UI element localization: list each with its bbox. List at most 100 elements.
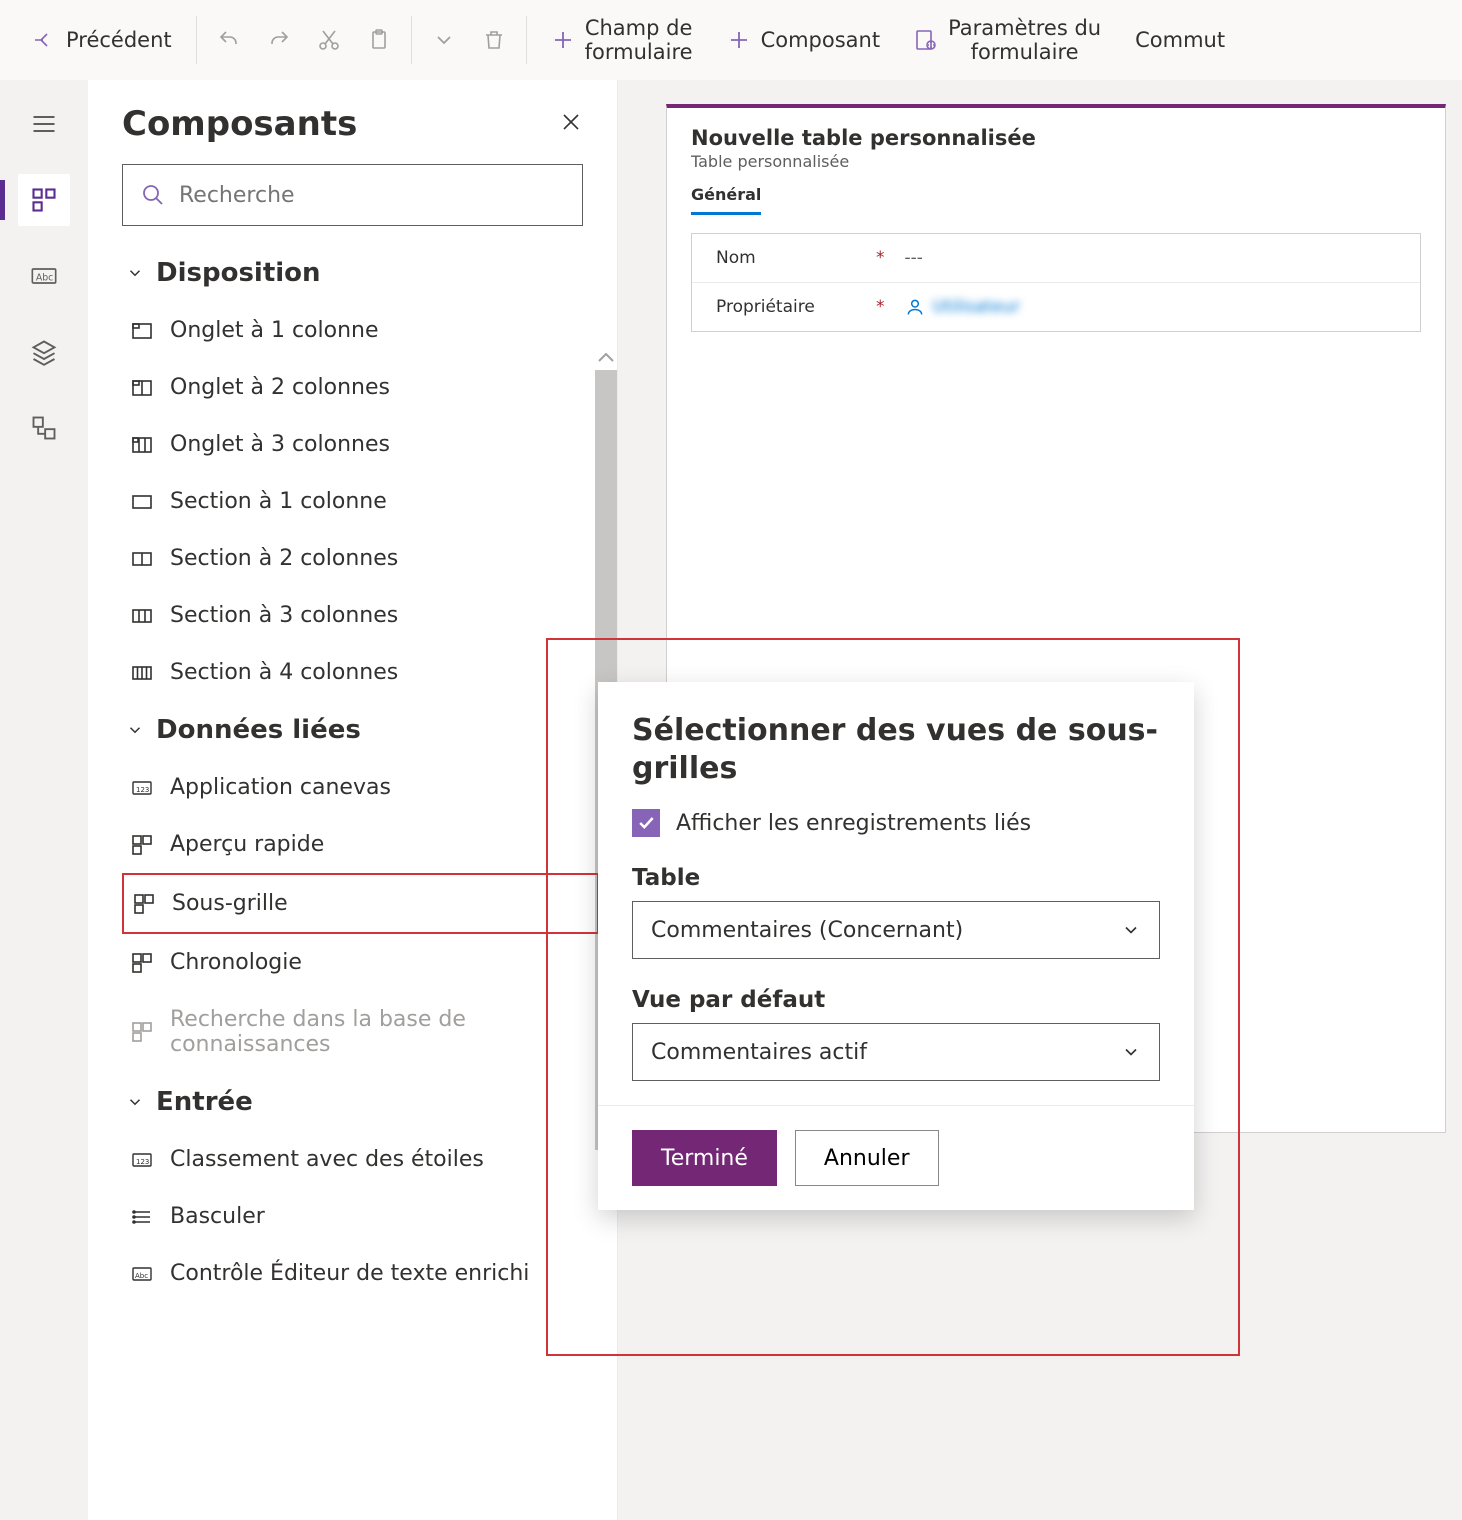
close-icon xyxy=(559,110,583,134)
toolbar-separator xyxy=(411,16,412,64)
search-icon xyxy=(141,183,165,207)
plus-icon xyxy=(727,28,751,52)
comp-tab-2col[interactable]: Onglet à 2 colonnes xyxy=(122,359,599,416)
svg-text:Abc: Abc xyxy=(135,1272,148,1280)
form-settings-icon xyxy=(914,28,938,52)
svg-text:123: 123 xyxy=(136,786,149,794)
back-label: Précédent xyxy=(66,28,172,52)
comp-toggle[interactable]: Basculer xyxy=(122,1188,599,1245)
comp-star-rating[interactable]: 123Classement avec des étoiles xyxy=(122,1131,599,1188)
arrow-left-icon xyxy=(32,28,56,52)
comp-subgrid[interactable]: Sous-grille xyxy=(122,873,599,934)
toggle-icon xyxy=(130,1205,154,1229)
field-name-value: --- xyxy=(905,248,923,268)
chevron-down-icon xyxy=(1121,1042,1141,1062)
svg-text:Abc: Abc xyxy=(36,273,53,284)
comp-section-2col[interactable]: Section à 2 colonnes xyxy=(122,530,599,587)
comp-tab-3col[interactable]: Onglet à 3 colonnes xyxy=(122,416,599,473)
undo-button[interactable] xyxy=(207,18,251,62)
group-layout-title: Disposition xyxy=(156,258,321,288)
richtext-icon: Abc xyxy=(130,1262,154,1286)
comp-label: Application canevas xyxy=(170,775,391,800)
comp-section-3col[interactable]: Section à 3 colonnes xyxy=(122,587,599,644)
add-component-button[interactable]: Composant xyxy=(713,18,895,62)
plus-icon xyxy=(551,28,575,52)
rail-hamburger[interactable] xyxy=(18,98,70,150)
cut-button[interactable] xyxy=(307,18,351,62)
group-related-title: Données liées xyxy=(156,715,361,745)
comp-timeline[interactable]: Chronologie xyxy=(122,934,599,991)
panel-title: Composants xyxy=(122,104,357,144)
switch-label: Commut xyxy=(1135,28,1225,52)
form-settings-button[interactable]: Paramètres du formulaire xyxy=(900,6,1115,74)
paste-icon xyxy=(367,28,391,52)
subgrid-icon xyxy=(132,892,156,916)
comp-label: Section à 4 colonnes xyxy=(170,660,398,685)
comp-quickview[interactable]: Aperçu rapide xyxy=(122,816,599,873)
popover-title: Sélectionner des vues de sous-grilles xyxy=(632,712,1160,787)
chevron-down-icon xyxy=(126,264,144,282)
toolbar: Précédent Champ de formulaire Composant … xyxy=(0,0,1462,80)
form-tab-general[interactable]: Général xyxy=(691,185,761,215)
search-input-wrapper[interactable] xyxy=(122,164,583,226)
cancel-button[interactable]: Annuler xyxy=(795,1130,939,1186)
rail-tree[interactable] xyxy=(18,402,70,454)
group-related-header[interactable]: Données liées xyxy=(122,701,599,759)
hamburger-icon xyxy=(30,110,58,138)
done-button[interactable]: Terminé xyxy=(632,1130,777,1186)
switch-button[interactable]: Commut xyxy=(1121,18,1239,62)
sec1-icon xyxy=(130,490,154,514)
canvasapp-icon: 123 xyxy=(130,776,154,800)
cut-icon xyxy=(317,28,341,52)
show-related-checkbox-row[interactable]: Afficher les enregistrements liés xyxy=(632,809,1160,837)
group-input-title: Entrée xyxy=(156,1087,253,1117)
paste-button[interactable] xyxy=(357,18,401,62)
form-title: Nouvelle table personnalisée xyxy=(691,126,1421,150)
panel-close-button[interactable] xyxy=(559,110,583,138)
view-select-value: Commentaires actif xyxy=(651,1040,867,1065)
rail-abc[interactable]: Abc xyxy=(18,250,70,302)
field-owner-row[interactable]: Propriétaire * Utilisateur xyxy=(692,283,1420,331)
field-name-row[interactable]: Nom * --- xyxy=(692,234,1420,283)
field-name-label: Nom xyxy=(716,248,876,268)
show-related-label: Afficher les enregistrements liés xyxy=(676,811,1031,836)
rail-components[interactable] xyxy=(18,174,70,226)
delete-button[interactable] xyxy=(472,18,516,62)
comp-tab-1col[interactable]: Onglet à 1 colonne xyxy=(122,302,599,359)
comp-canvas-app[interactable]: 123 Application canevas xyxy=(122,759,599,816)
comp-label: Section à 3 colonnes xyxy=(170,603,398,628)
add-form-field-button[interactable]: Champ de formulaire xyxy=(537,6,707,74)
required-marker: * xyxy=(876,248,885,268)
tab2-icon xyxy=(130,376,154,400)
comp-section-1col[interactable]: Section à 1 colonne xyxy=(122,473,599,530)
back-button[interactable]: Précédent xyxy=(18,18,186,62)
table-select[interactable]: Commentaires (Concernant) xyxy=(632,901,1160,959)
comp-label: Recherche dans la base de connaissances xyxy=(170,1007,490,1057)
rail-layers[interactable] xyxy=(18,326,70,378)
comp-label: Basculer xyxy=(170,1204,265,1229)
comp-label: Onglet à 3 colonnes xyxy=(170,432,390,457)
sec3-icon xyxy=(130,604,154,628)
form-settings-label: Paramètres du formulaire xyxy=(948,16,1101,64)
tab1-icon xyxy=(130,319,154,343)
trash-icon xyxy=(482,28,506,52)
comp-section-4col[interactable]: Section à 4 colonnes xyxy=(122,644,599,701)
redo-button[interactable] xyxy=(257,18,301,62)
group-input-header[interactable]: Entrée xyxy=(122,1073,599,1131)
group-layout-header[interactable]: Disposition xyxy=(122,244,599,302)
tree-icon xyxy=(30,414,58,442)
undo-icon xyxy=(217,28,241,52)
add-component-label: Composant xyxy=(761,28,881,52)
star-icon: 123 xyxy=(130,1148,154,1172)
timeline-icon xyxy=(130,951,154,975)
show-related-checkbox[interactable] xyxy=(632,809,660,837)
comp-richtext[interactable]: AbcContrôle Éditeur de texte enrichi xyxy=(122,1245,599,1302)
kbsearch-icon xyxy=(130,1020,154,1044)
subgrid-popover: Sélectionner des vues de sous-grilles Af… xyxy=(598,682,1194,1210)
view-select[interactable]: Commentaires actif xyxy=(632,1023,1160,1081)
field-owner-label: Propriétaire xyxy=(716,297,876,317)
more-dropdown[interactable] xyxy=(422,18,466,62)
search-input[interactable] xyxy=(179,183,564,208)
sec4-icon xyxy=(130,661,154,685)
comp-label: Onglet à 2 colonnes xyxy=(170,375,390,400)
